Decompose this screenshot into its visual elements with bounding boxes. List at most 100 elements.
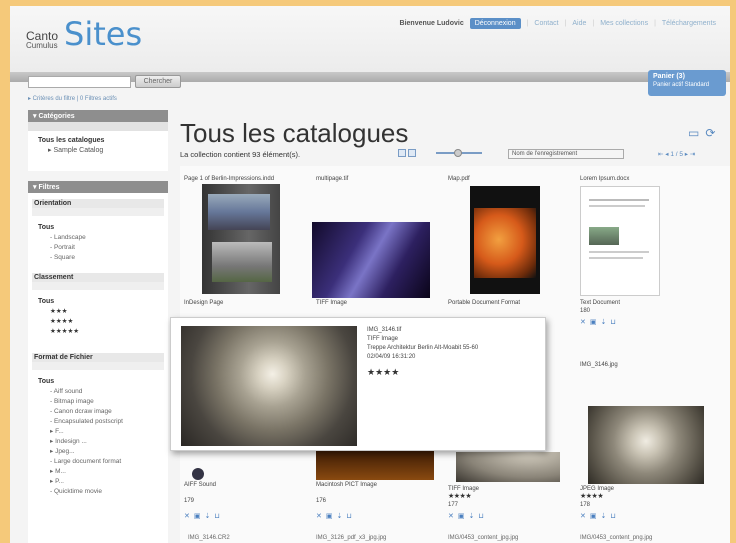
filters-panel: Orientation Tous - Landscape - Portrait … [28,193,168,543]
format-item[interactable]: ▸ P... [50,477,164,487]
header: Canto Cumulus Sites Bienvenue Ludovic Dé… [10,6,730,72]
crop-icon[interactable]: ✕ [316,512,322,520]
basket-icon[interactable]: ⊔ [610,512,615,520]
asset-actions: ✕ ▣ ⇣ ⊔ [316,512,352,520]
logout-button[interactable]: Déconnexion [469,18,521,29]
asset-meta: 179 [184,498,195,504]
basket-actions[interactable]: Panier actif Standard [653,82,721,88]
format-item[interactable]: ▸ Jpeg... [50,447,164,457]
orientation-all[interactable]: Tous [38,224,164,231]
preview-date: 02/04/09 16:31:20 [367,354,416,360]
basket-widget[interactable]: Panier (3) Panier actif Standard [648,70,726,96]
view-toggle [398,149,416,157]
rating-5-stars[interactable]: ★★★★★ [50,327,164,337]
asset-thumbnail[interactable] [588,406,704,484]
asset-filename: Page 1 of Berlin-Impressions.indd [184,176,275,182]
asset-card[interactable]: IMG_3146.jpg JPEG Image ★★★★ 178 ✕ ▣ ⇣ ⊔ [576,352,704,532]
info-icon[interactable]: ▣ [590,512,597,520]
format-item[interactable]: - Large document format [50,457,164,467]
basket-icon[interactable]: ⊔ [478,512,483,520]
basket-icon[interactable]: ⊔ [214,512,219,520]
asset-filename: multipage.tif [316,176,349,182]
page-title: Tous les catalogues [180,118,409,148]
nav-downloads-link[interactable]: Téléchargements [662,20,716,27]
category-sample-catalog[interactable]: ▸ Sample Catalog [48,146,158,154]
download-icon[interactable]: ⇣ [337,512,343,520]
top-nav: Bienvenue Ludovic Déconnexion | Contact … [399,18,716,29]
rating-3-stars[interactable]: ★★★ [50,307,164,317]
asset-type: TIFF Image [316,300,348,306]
format-item[interactable]: ▸ F... [50,427,164,437]
preview-rating: ★★★★ [367,367,400,377]
format-all[interactable]: Tous [38,378,164,385]
asset-thumbnail[interactable] [580,186,660,296]
orientation-portrait[interactable]: - Portrait [50,243,164,253]
download-icon[interactable]: ⇣ [601,318,607,326]
download-icon[interactable]: ⇣ [205,512,211,520]
nav-contact-link[interactable]: Contact [534,20,558,27]
nav-help-link[interactable]: Aide [572,20,586,27]
asset-actions: ✕ ▣ ⇣ ⊔ [580,512,616,520]
asset-thumbnail[interactable] [456,452,560,482]
format-item[interactable]: - Canon dcraw image [50,407,164,417]
refresh-icon[interactable]: ⟳ [705,126,715,140]
asset-rating[interactable]: ★★★★ [580,492,604,500]
crop-icon[interactable]: ✕ [580,318,586,326]
crop-icon[interactable]: ✕ [184,512,190,520]
info-icon[interactable]: ▣ [194,512,201,520]
asset-rating[interactable]: ★★★★ [448,492,472,500]
asset-meta: 176 [316,498,327,504]
sort-select[interactable]: Nom de l'enregistrement [508,149,624,159]
nav-collections-link[interactable]: Mes collections [600,20,648,27]
asset-thumbnail[interactable] [312,222,430,298]
format-item[interactable]: ▸ Indesign ... [50,437,164,447]
crop-icon[interactable]: ✕ [580,512,586,520]
rating-label: Classement [32,273,164,282]
format-item[interactable]: - Aiff sound [50,387,164,397]
sidebar: ▾ Catégories Tous les catalogues ▸ Sampl… [28,110,168,543]
format-item[interactable]: - Quicktime movie [50,487,164,497]
info-icon[interactable]: ▣ [590,318,597,326]
asset-type: Text Document [580,300,621,306]
crop-icon[interactable]: ✕ [448,512,454,520]
asset-thumbnail[interactable] [316,450,434,480]
basket-icon[interactable]: ⊔ [610,318,615,326]
format-item[interactable]: - Bitmap image [50,397,164,407]
asset-actions: ✕ ▣ ⇣ ⊔ [580,318,616,326]
asset-filename: IMG/0453_content_jpg.jpg [448,535,519,541]
asset-thumbnail[interactable] [470,186,540,294]
categories-header[interactable]: ▾ Catégories [28,110,168,122]
download-icon[interactable]: ⇣ [601,512,607,520]
asset-filename: IMG_3146.CR2 [188,535,230,541]
download-icon[interactable]: ⇣ [469,512,475,520]
asset-card[interactable]: Lorem Ipsum.docx Text Document 180 ✕ ▣ ⇣ ⊔ [576,172,701,352]
asset-meta: 180 [580,308,591,314]
search-button[interactable]: Chercher [135,75,181,88]
preview-filename: IMG_3146.tif [367,327,402,333]
orientation-landscape[interactable]: - Landscape [50,233,164,243]
orientation-square[interactable]: - Square [50,253,164,263]
asset-actions: ✕ ▣ ⇣ ⊔ [448,512,484,520]
toolbar-icons: ▭ ⟳ [688,126,715,140]
pagination[interactable]: ⇤ ◂ 1 / 5 ▸ ⇥ [658,150,695,158]
format-item[interactable]: - Encapsulated postscript [50,417,164,427]
folder-icon[interactable]: ▭ [688,126,699,140]
grid-view-icon[interactable] [398,149,406,157]
slider-handle[interactable] [454,149,462,157]
rating-4-stars[interactable]: ★★★★ [50,317,164,327]
filters-header[interactable]: ▾ Filtres [28,181,168,193]
category-all[interactable]: Tous les catalogues [38,137,158,144]
filter-summary-link[interactable]: ▸ Critères du filtre | 0 Filtres actifs [28,95,117,102]
list-view-icon[interactable] [408,149,416,157]
basket-icon[interactable]: ⊔ [346,512,351,520]
info-icon[interactable]: ▣ [458,512,465,520]
rating-all[interactable]: Tous [38,298,164,305]
orientation-label: Orientation [32,199,164,208]
asset-meta: 178 [580,502,591,508]
logo-small-top: Canto [26,29,59,43]
search-input[interactable] [28,76,131,88]
info-icon[interactable]: ▣ [326,512,333,520]
asset-thumbnail[interactable] [202,184,280,294]
logo-small-bottom: Cumulus [26,41,58,50]
format-item[interactable]: ▸ M... [50,467,164,477]
